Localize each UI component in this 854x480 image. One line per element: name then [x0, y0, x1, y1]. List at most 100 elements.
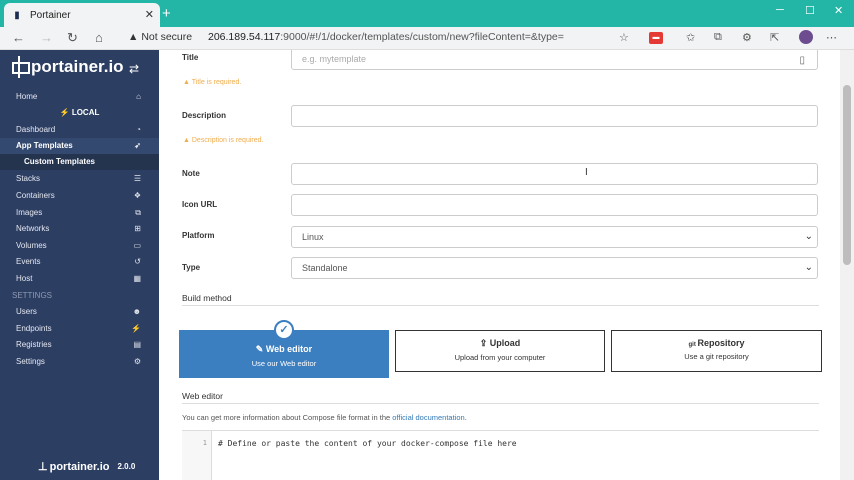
extension-red-icon[interactable]: ▬: [649, 32, 663, 44]
chevron-down-icon: ⌄: [804, 231, 813, 242]
sidebar-item-app-templates[interactable]: App Templates ➶: [0, 138, 159, 154]
back-icon[interactable]: ←: [12, 30, 25, 45]
description-error-text: Description is required.: [191, 137, 264, 144]
browser-tab-bar: ▮ Portainer ✕ + ─ ☐ ✕: [0, 0, 854, 27]
code-editor[interactable]: 1 # Define or paste the content of your …: [182, 430, 819, 480]
clipboard-icon[interactable]: ▯: [799, 51, 805, 71]
type-select[interactable]: Standalone ⌄: [291, 257, 818, 279]
extensions-icon[interactable]: ⚙: [742, 31, 752, 44]
collections-icon[interactable]: ⧉: [714, 31, 722, 44]
close-tab-icon[interactable]: ✕: [145, 8, 154, 21]
profile-avatar[interactable]: [799, 30, 813, 44]
sidebar-item-label: Registries: [16, 340, 52, 349]
build-method-repository[interactable]: git Repository Use a git repository: [611, 330, 822, 372]
title-input[interactable]: e.g. mytemplate ▯: [291, 50, 818, 70]
sidebar-item-label: Containers: [16, 191, 55, 200]
note-input[interactable]: [291, 163, 818, 185]
build-method-title: Build method: [182, 293, 232, 303]
sidebar-item-settings[interactable]: Settings ⚙: [0, 354, 159, 370]
upload-icon: ⇪: [479, 338, 490, 348]
sidebar-item-label: Networks: [16, 224, 50, 233]
sidebar-item-volumes[interactable]: Volumes ▭: [0, 238, 159, 254]
clone-icon: ⧉: [135, 208, 141, 217]
rocket-icon: ➶: [134, 141, 141, 150]
list-icon: ☰: [133, 174, 141, 183]
sidebar-item-home[interactable]: Home ⌂: [0, 89, 159, 105]
share-icon[interactable]: ⇱: [770, 31, 779, 44]
maximize-icon[interactable]: ☐: [805, 4, 815, 17]
scrollbar-thumb[interactable]: [843, 85, 851, 265]
divider: [182, 403, 819, 404]
description-error: ▲ Description is required.: [183, 137, 264, 144]
dashboard-icon: ◔: [136, 125, 141, 134]
icon-url-input[interactable]: [291, 194, 818, 216]
title-placeholder: e.g. mytemplate: [302, 54, 367, 64]
portainer-crane-icon: ⊥: [38, 461, 48, 473]
forward-icon[interactable]: →: [40, 30, 53, 45]
favorites-icon[interactable]: ✩: [686, 31, 695, 44]
sidebar-item-label: Stacks: [16, 174, 41, 183]
sidebar-item-endpoints[interactable]: Endpoints ⚡: [0, 321, 159, 337]
official-documentation-link[interactable]: official documentation: [392, 413, 464, 422]
chevron-down-icon: ⌄: [804, 262, 813, 273]
sidebar-item-images[interactable]: Images ⧉: [0, 205, 159, 221]
method-title: Repository: [697, 338, 745, 348]
note-label: Note: [182, 169, 200, 178]
sidebar-item-containers[interactable]: Containers ❖: [0, 188, 159, 204]
minimize-icon[interactable]: ─: [776, 4, 784, 16]
home-icon[interactable]: ⌂: [95, 30, 103, 45]
sidebar-item-registries[interactable]: Registries ▤: [0, 337, 159, 353]
users-icon: ☻: [132, 307, 141, 316]
text-cursor-icon: I: [585, 167, 588, 178]
plug-icon: ⚡: [59, 108, 70, 117]
sidebar-toggle-icon[interactable]: ⇄: [129, 62, 139, 76]
footer-brand: ⊥ portainer.io 2.0.0: [38, 460, 135, 474]
plug-icon: ⚡: [131, 324, 141, 333]
type-value: Standalone: [302, 263, 348, 273]
reload-icon[interactable]: ↻: [67, 30, 78, 46]
sidebar-item-label: Home: [16, 92, 38, 101]
settings-section-header: SETTINGS: [12, 291, 53, 300]
sidebar-item-custom-templates[interactable]: Custom Templates: [0, 154, 159, 170]
build-method-upload[interactable]: ⇪ Upload Upload from your computer: [395, 330, 605, 372]
portainer-crane-icon: [12, 56, 30, 78]
cubes-icon: ❖: [133, 191, 141, 200]
sidebar-item-dashboard[interactable]: Dashboard ◔: [0, 122, 159, 138]
code-line[interactable]: # Define or paste the content of your do…: [218, 439, 517, 448]
edit-icon: ✎: [255, 344, 266, 354]
window-close-icon[interactable]: ✕: [834, 4, 843, 17]
platform-select[interactable]: Linux ⌄: [291, 226, 818, 248]
tab-title: Portainer: [30, 9, 71, 21]
sidebar-item-events[interactable]: Events ↺: [0, 254, 159, 270]
method-subtitle: Use a git repository: [684, 352, 749, 361]
brand-name: portainer.io: [31, 57, 124, 76]
sidebar-item-users[interactable]: Users ☻: [0, 304, 159, 320]
sidebar-item-networks[interactable]: Networks ⊞: [0, 221, 159, 237]
new-tab-icon[interactable]: +: [162, 5, 171, 22]
home-icon: ⌂: [136, 92, 141, 101]
endpoint-name: LOCAL: [71, 108, 100, 117]
method-title: Upload: [489, 338, 521, 348]
web-editor-title: Web editor: [182, 391, 223, 401]
security-label: Not secure: [141, 31, 193, 43]
url-path: :9000/#!/1/docker/templates/custom/new?f…: [280, 31, 564, 43]
title-label: Title: [182, 53, 199, 62]
sidebar-item-host[interactable]: Host ▦: [0, 271, 159, 287]
address-bar: ← → ↻ ⌂ ▲ Not secure 206.189.54.117:9000…: [0, 27, 854, 50]
method-subtitle: Upload from your computer: [454, 353, 546, 362]
security-indicator[interactable]: ▲ Not secure: [128, 31, 192, 43]
sidebar-item-stacks[interactable]: Stacks ☰: [0, 171, 159, 187]
favorite-star-icon[interactable]: ☆: [619, 31, 629, 44]
portainer-logo[interactable]: portainer.io: [12, 56, 124, 78]
more-menu-icon[interactable]: ⋯: [826, 31, 837, 44]
sidebar-item-label: Host: [16, 274, 33, 283]
url-host: 206.189.54.117: [208, 31, 281, 43]
description-input[interactable]: [291, 105, 818, 127]
endpoint-header: ⚡ LOCAL: [0, 108, 159, 117]
browser-tab[interactable]: ▮ Portainer ✕: [4, 3, 160, 27]
icon-url-label: Icon URL: [182, 200, 218, 209]
sidebar-item-label: Volumes: [16, 241, 47, 250]
selected-check-icon: ✓: [274, 320, 294, 340]
th-icon: ▦: [133, 274, 141, 283]
url-input[interactable]: 206.189.54.117:9000/#!/1/docker/template…: [208, 31, 564, 43]
